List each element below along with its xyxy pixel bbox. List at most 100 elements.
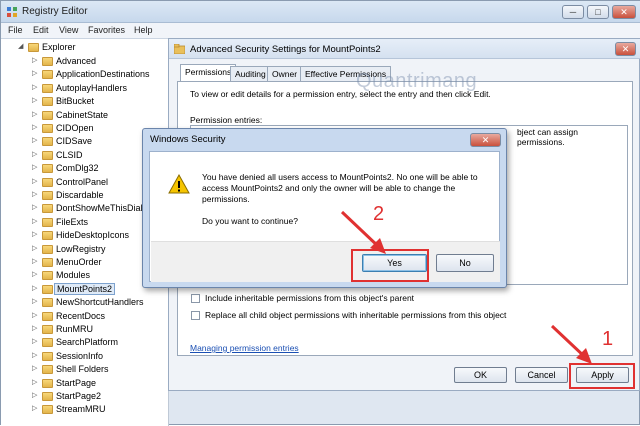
managing-permissions-link[interactable]: Managing permission entries: [190, 343, 299, 353]
menu-file[interactable]: File: [8, 25, 23, 35]
folder-icon: [42, 271, 53, 281]
menu-view[interactable]: View: [59, 25, 78, 35]
tree-item-label: Discardable: [56, 190, 104, 200]
inherit-checkbox[interactable]: [191, 294, 200, 303]
expand-arrow-icon[interactable]: ▷: [32, 217, 37, 225]
expand-arrow-icon[interactable]: ▷: [32, 391, 37, 399]
tree-item-label: CIDOpen: [56, 123, 94, 133]
security-message: You have denied all users access to Moun…: [202, 172, 478, 204]
expand-arrow-icon[interactable]: ▷: [32, 337, 37, 345]
expand-arrow-icon[interactable]: ▷: [32, 83, 37, 91]
expand-arrow-icon[interactable]: ▷: [32, 297, 37, 305]
expand-arrow-icon[interactable]: ▷: [32, 69, 37, 77]
expand-arrow-icon[interactable]: ▷: [32, 311, 37, 319]
maximize-icon: □: [595, 7, 601, 17]
folder-icon: [42, 83, 53, 93]
folder-icon: [42, 164, 53, 174]
expand-arrow-icon[interactable]: ▷: [32, 96, 37, 104]
tree-item[interactable]: ▷ RunMRU: [1, 323, 168, 336]
expand-arrow-icon[interactable]: ▷: [32, 284, 37, 292]
no-button[interactable]: No: [436, 254, 494, 272]
expand-arrow-icon[interactable]: ▷: [32, 270, 37, 278]
expanded-arrow-icon[interactable]: ◢: [18, 42, 23, 50]
expand-arrow-icon[interactable]: ▷: [32, 163, 37, 171]
entries-label: Permission entries:: [190, 115, 263, 125]
expand-arrow-icon[interactable]: ▷: [32, 123, 37, 131]
tree-item[interactable]: ▷ BitBucket: [1, 95, 168, 108]
expand-arrow-icon[interactable]: ▷: [32, 324, 37, 332]
minimize-button[interactable]: ─: [562, 5, 584, 19]
tree-item-label: RecentDocs: [56, 310, 106, 321]
expand-arrow-icon[interactable]: ▷: [32, 230, 37, 238]
folder-icon: [42, 191, 53, 200]
folder-icon: [42, 231, 53, 241]
tree-item[interactable]: ▷ StartPage2: [1, 390, 168, 403]
tree-item[interactable]: ▷ Advanced: [1, 55, 168, 68]
folder-icon: [42, 258, 53, 267]
expand-arrow-icon[interactable]: ▷: [32, 136, 37, 144]
folder-icon: [42, 378, 53, 388]
tree-item[interactable]: ▷ RecentDocs: [1, 310, 168, 323]
ok-button[interactable]: OK: [454, 367, 507, 383]
tab-owner[interactable]: Owner: [267, 66, 303, 81]
cancel-button[interactable]: Cancel: [515, 367, 568, 383]
security-close-button[interactable]: ✕: [470, 133, 501, 147]
folder-icon: [42, 124, 53, 133]
folder-icon: [42, 97, 53, 107]
tree-item[interactable]: ▷ CabinetState: [1, 109, 168, 122]
tree-item[interactable]: ▷ StreamMRU: [1, 403, 168, 416]
expand-arrow-icon[interactable]: ▷: [32, 404, 37, 412]
tree-item[interactable]: ▷ ApplicationDestinations: [1, 68, 168, 81]
expand-arrow-icon[interactable]: ▷: [32, 257, 37, 265]
tree-item-label: LowRegistry: [56, 243, 106, 254]
tree-item-label: Shell Folders: [56, 364, 109, 375]
tree-item-label: SessionInfo: [56, 350, 104, 361]
expand-arrow-icon[interactable]: ▷: [32, 56, 37, 64]
tree-item[interactable]: ▷ SessionInfo: [1, 350, 168, 363]
expand-arrow-icon[interactable]: ▷: [32, 244, 37, 252]
dialog-close-button[interactable]: ✕: [615, 42, 636, 56]
tree-item[interactable]: ▷ AutoplayHandlers: [1, 82, 168, 95]
tree-item-label: Explorer: [42, 42, 76, 52]
folder-icon: [42, 137, 53, 147]
menu-help[interactable]: Help: [134, 25, 153, 35]
close-icon: ✕: [481, 134, 490, 145]
tab-permissions[interactable]: Permissions: [180, 64, 237, 82]
folder-icon: [174, 44, 185, 54]
menu-bar: File Edit View Favorites Help: [1, 23, 640, 39]
menu-edit[interactable]: Edit: [33, 25, 49, 35]
tab-auditing[interactable]: Auditing: [230, 66, 271, 81]
folder-icon: [42, 70, 53, 80]
expand-arrow-icon[interactable]: ▷: [32, 110, 37, 118]
tree-item[interactable]: ▷ NewShortcutHandlers: [1, 296, 168, 309]
expand-arrow-icon[interactable]: ▷: [32, 364, 37, 372]
minimize-icon: ─: [569, 7, 577, 17]
close-button[interactable]: ✕: [612, 5, 636, 19]
tree-item[interactable]: ▷ SearchPlatform: [1, 336, 168, 349]
folder-icon: [28, 43, 39, 52]
tree-item[interactable]: ▷ StartPage: [1, 377, 168, 390]
watermark: Quantrimang: [356, 70, 478, 92]
expand-arrow-icon[interactable]: ▷: [32, 378, 37, 386]
expand-arrow-icon[interactable]: ▷: [32, 351, 37, 359]
expand-arrow-icon[interactable]: ▷: [32, 150, 37, 158]
expand-arrow-icon[interactable]: ▷: [32, 177, 37, 185]
replace-checkbox[interactable]: [191, 311, 200, 320]
expand-arrow-icon[interactable]: ▷: [32, 203, 37, 211]
tree-item-label: MenuOrder: [56, 257, 102, 267]
entries-partial-text: bject can assign permissions.: [517, 127, 578, 147]
expand-arrow-icon[interactable]: ▷: [32, 190, 37, 198]
step-1-label: 1: [602, 328, 614, 350]
title-bar: Registry Editor ─ □ ✕: [1, 1, 640, 23]
folder-icon: [42, 150, 53, 160]
window-title: Registry Editor: [22, 6, 88, 17]
tree-item[interactable]: ▷ Shell Folders: [1, 363, 168, 376]
maximize-button[interactable]: □: [587, 5, 609, 19]
tree-item-label: StartPage: [56, 377, 97, 388]
tree-item-explorer[interactable]: ◢ Explorer: [1, 41, 168, 54]
folder-icon: [42, 57, 53, 66]
menu-favorites[interactable]: Favorites: [88, 25, 125, 35]
tree-item-label: Modules: [56, 270, 91, 281]
tree-item-label: RunMRU: [56, 324, 94, 334]
tree-item-label: ApplicationDestinations: [56, 69, 150, 80]
